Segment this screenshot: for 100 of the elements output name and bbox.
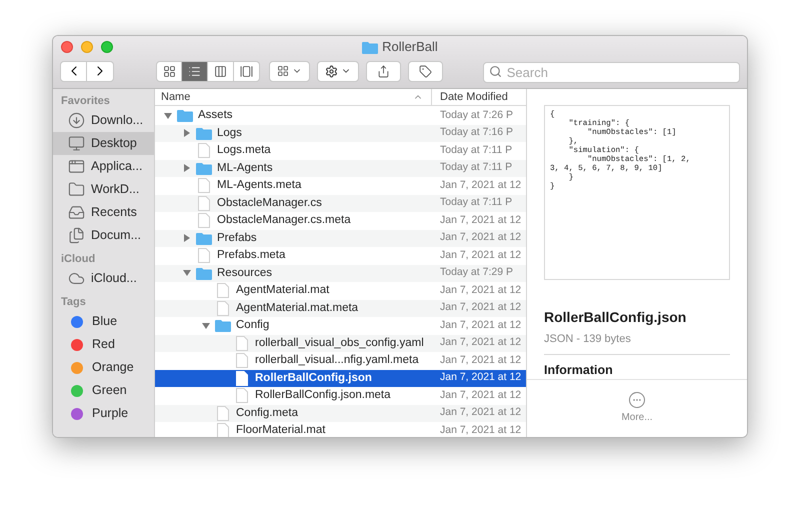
file-row[interactable]: RollerBallConfig.json Jan 7, 2021 at 12	[155, 370, 526, 387]
file-name: Config	[236, 318, 270, 334]
sidebar-label: Green	[92, 382, 127, 400]
sidebar-label: Orange	[92, 359, 134, 376]
date-modified: Jan 7, 2021 at 12	[439, 248, 522, 263]
sidebar-label: Blue	[92, 313, 118, 330]
icon-view-icon	[162, 64, 176, 78]
tag-button[interactable]	[408, 60, 443, 82]
share-icon	[376, 64, 390, 78]
date-modified: Today at 7:29 P	[439, 265, 514, 280]
group-button[interactable]	[269, 60, 310, 82]
sidebar-heading: Tags	[60, 294, 87, 310]
date-modified: Today at 7:11 P	[439, 142, 514, 158]
file-row[interactable]: ML-Agents Today at 7:11 P	[155, 160, 526, 177]
date-modified: Today at 7:11 P	[439, 160, 514, 176]
file-row[interactable]: Config.meta Jan 7, 2021 at 12	[155, 404, 526, 422]
file-row[interactable]: AgentMaterial.mat.meta Jan 7, 2021 at 12	[155, 300, 526, 317]
file-name: Logs	[217, 126, 242, 141]
folder-icon	[68, 181, 85, 198]
document-icon	[236, 336, 248, 351]
disclosure-down-icon[interactable]	[182, 269, 190, 278]
date-modified: Jan 7, 2021 at 12	[439, 335, 522, 350]
file-name: RollerBallConfig.json	[544, 308, 688, 327]
folder-icon	[196, 126, 212, 140]
date-modified: Jan 7, 2021 at 12	[439, 422, 522, 437]
view-mode-button[interactable]	[156, 60, 182, 82]
sidebar-label: Applica...	[91, 158, 142, 176]
monitor-icon	[68, 135, 85, 152]
grid-icon	[276, 65, 289, 77]
date-modified: Today at 7:16 P	[439, 125, 514, 140]
view-mode-button[interactable]	[208, 60, 234, 82]
sidebar-item[interactable]: Recents	[53, 201, 154, 224]
file-name: Assets	[198, 108, 233, 124]
disclosure-down-icon[interactable]	[164, 112, 172, 120]
search-field[interactable]: Search	[482, 62, 740, 82]
download-icon	[68, 112, 85, 129]
date-modified: Jan 7, 2021 at 12	[439, 178, 522, 193]
sidebar-item[interactable]: Blue	[53, 310, 154, 333]
disclosure-right-icon[interactable]	[182, 164, 190, 172]
document-icon	[217, 423, 229, 437]
date-modified: Jan 7, 2021 at 12	[439, 370, 522, 386]
date-modified: Jan 7, 2021 at 12	[439, 282, 522, 298]
file-name: Resources	[217, 266, 272, 281]
documents-icon	[68, 227, 85, 244]
sidebar-heading: Favorites	[60, 94, 111, 109]
sidebar-item[interactable]: iCloud...	[53, 267, 154, 290]
view-mode-button[interactable]	[234, 60, 260, 82]
sidebar-item[interactable]: Purple	[53, 402, 154, 425]
file-row[interactable]: Resources Today at 7:29 P	[155, 264, 526, 282]
folder-icon	[362, 40, 378, 54]
document-icon	[217, 406, 229, 421]
sidebar-label: Docum...	[91, 227, 142, 244]
document-icon	[236, 370, 248, 386]
disclosure-right-icon[interactable]	[182, 129, 190, 138]
folder-icon	[196, 266, 212, 280]
column-header[interactable]: Name	[155, 89, 432, 105]
column-header[interactable]: Date Modified	[432, 89, 526, 106]
disclosure-right-icon[interactable]	[182, 234, 190, 242]
document-icon	[198, 196, 210, 211]
sidebar-item[interactable]: Green	[53, 379, 154, 402]
view-mode-button[interactable]	[182, 60, 208, 82]
folder-icon	[196, 232, 212, 245]
date-modified: Jan 7, 2021 at 12	[439, 212, 522, 228]
cloud-icon	[68, 270, 85, 287]
sidebar-item[interactable]: WorkD...	[53, 178, 154, 201]
sidebar-item[interactable]: Docum...	[53, 224, 154, 247]
sidebar-label: Recents	[91, 204, 137, 222]
file-name: ObstacleManager.cs	[217, 196, 322, 211]
file-row[interactable]: Logs Today at 7:16 P	[155, 124, 526, 142]
disclosure-down-icon[interactable]	[202, 322, 210, 330]
file-name: RollerBallConfig.json	[255, 370, 372, 386]
date-modified: Jan 7, 2021 at 12	[439, 230, 522, 246]
date-modified: Today at 7:11 P	[439, 195, 514, 210]
share-button[interactable]	[366, 60, 401, 82]
folder-icon	[196, 162, 212, 175]
document-icon	[236, 353, 248, 368]
close-button[interactable]	[61, 41, 73, 53]
sidebar-item[interactable]: Applica...	[53, 155, 154, 178]
date-modified: Jan 7, 2021 at 12	[439, 300, 522, 316]
file-row[interactable]: rollerball_visual_obs_config.yaml Jan 7, 2021 at 12	[155, 334, 526, 352]
folder-icon	[215, 319, 231, 332]
file-row[interactable]: Prefabs Jan 7, 2021 at 12	[155, 230, 526, 247]
forward-button[interactable]	[87, 60, 114, 82]
sidebar-item[interactable]: Orange	[53, 356, 154, 379]
gallery-view-icon	[240, 64, 253, 78]
sidebar-label: iCloud...	[91, 270, 137, 288]
back-button[interactable]	[60, 60, 87, 82]
zoom-button[interactable]	[101, 41, 113, 53]
document-icon	[198, 143, 210, 158]
file-name: rollerball_visual_obs_config.yaml	[255, 336, 424, 351]
sidebar-label: WorkD...	[91, 181, 140, 198]
action-button[interactable]	[316, 60, 359, 82]
sidebar-item[interactable]: Red	[53, 333, 154, 356]
file-name: Prefabs	[217, 230, 257, 246]
file-name: rollerball_visual...nfig.yaml.meta	[255, 353, 419, 368]
file-name: Config.meta	[236, 406, 298, 421]
date-modified: Jan 7, 2021 at 12	[439, 388, 522, 403]
sidebar-item[interactable]: Desktop	[53, 132, 154, 155]
sidebar-item[interactable]: Downlo...	[53, 109, 154, 132]
file-row[interactable]: ObstacleManager.cs Today at 7:11 P	[155, 194, 526, 212]
